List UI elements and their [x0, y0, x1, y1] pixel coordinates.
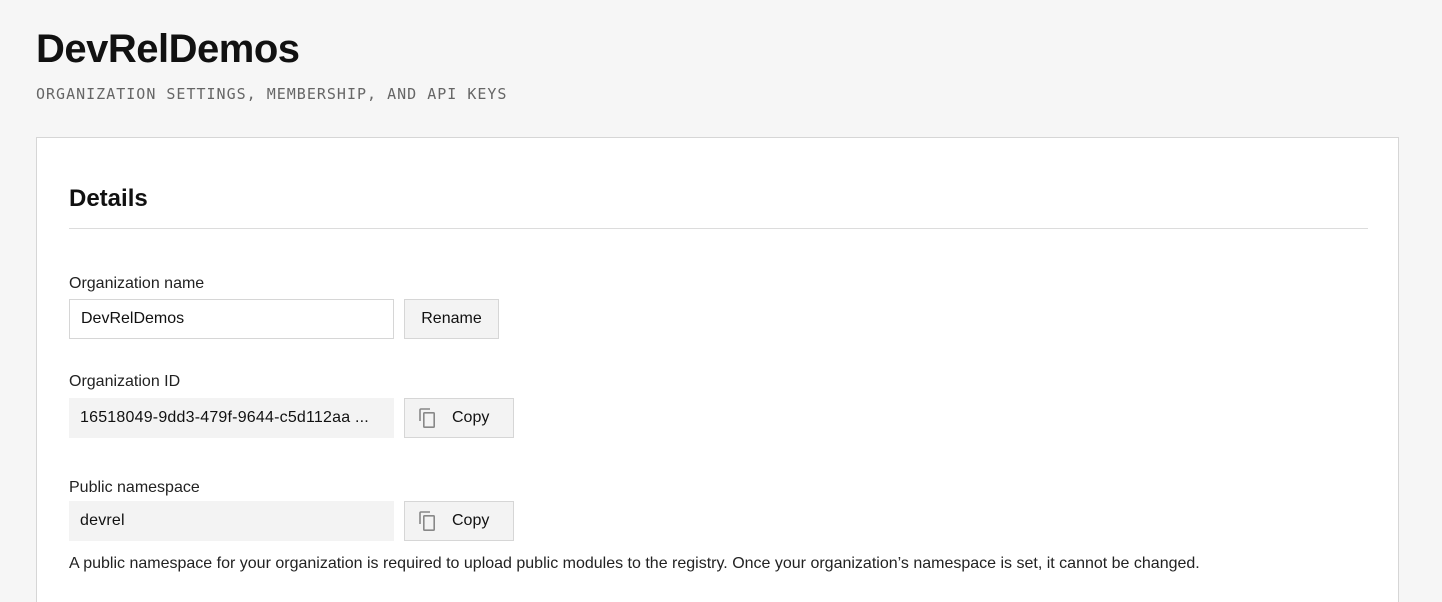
copy-icon [417, 510, 437, 532]
copy-icon [417, 407, 437, 429]
namespace-label: Public namespace [69, 479, 200, 496]
section-divider [69, 228, 1368, 229]
copy-namespace-button[interactable]: Copy [404, 501, 514, 541]
rename-button[interactable]: Rename [404, 299, 499, 339]
settings-page: DevRelDemos ORGANIZATION SETTINGS, MEMBE… [0, 0, 1442, 602]
copy-org-id-label: Copy [452, 409, 490, 426]
copy-org-id-button[interactable]: Copy [404, 398, 514, 438]
details-section-title: Details [69, 185, 148, 212]
org-id-label: Organization ID [69, 373, 181, 390]
details-card: Details Organization name Rename Organiz… [36, 137, 1399, 602]
org-name-label: Organization name [69, 275, 205, 292]
namespace-help-text: A public namespace for your organization… [69, 555, 1200, 572]
copy-namespace-label: Copy [452, 512, 490, 529]
org-name-input[interactable] [69, 299, 394, 339]
page-title: DevRelDemos [36, 27, 300, 71]
org-id-value: 16518049-9dd3-479f-9644-c5d112aa ... [69, 398, 394, 438]
page-subtitle: ORGANIZATION SETTINGS, MEMBERSHIP, AND A… [36, 85, 508, 103]
namespace-value: devrel [69, 501, 394, 541]
